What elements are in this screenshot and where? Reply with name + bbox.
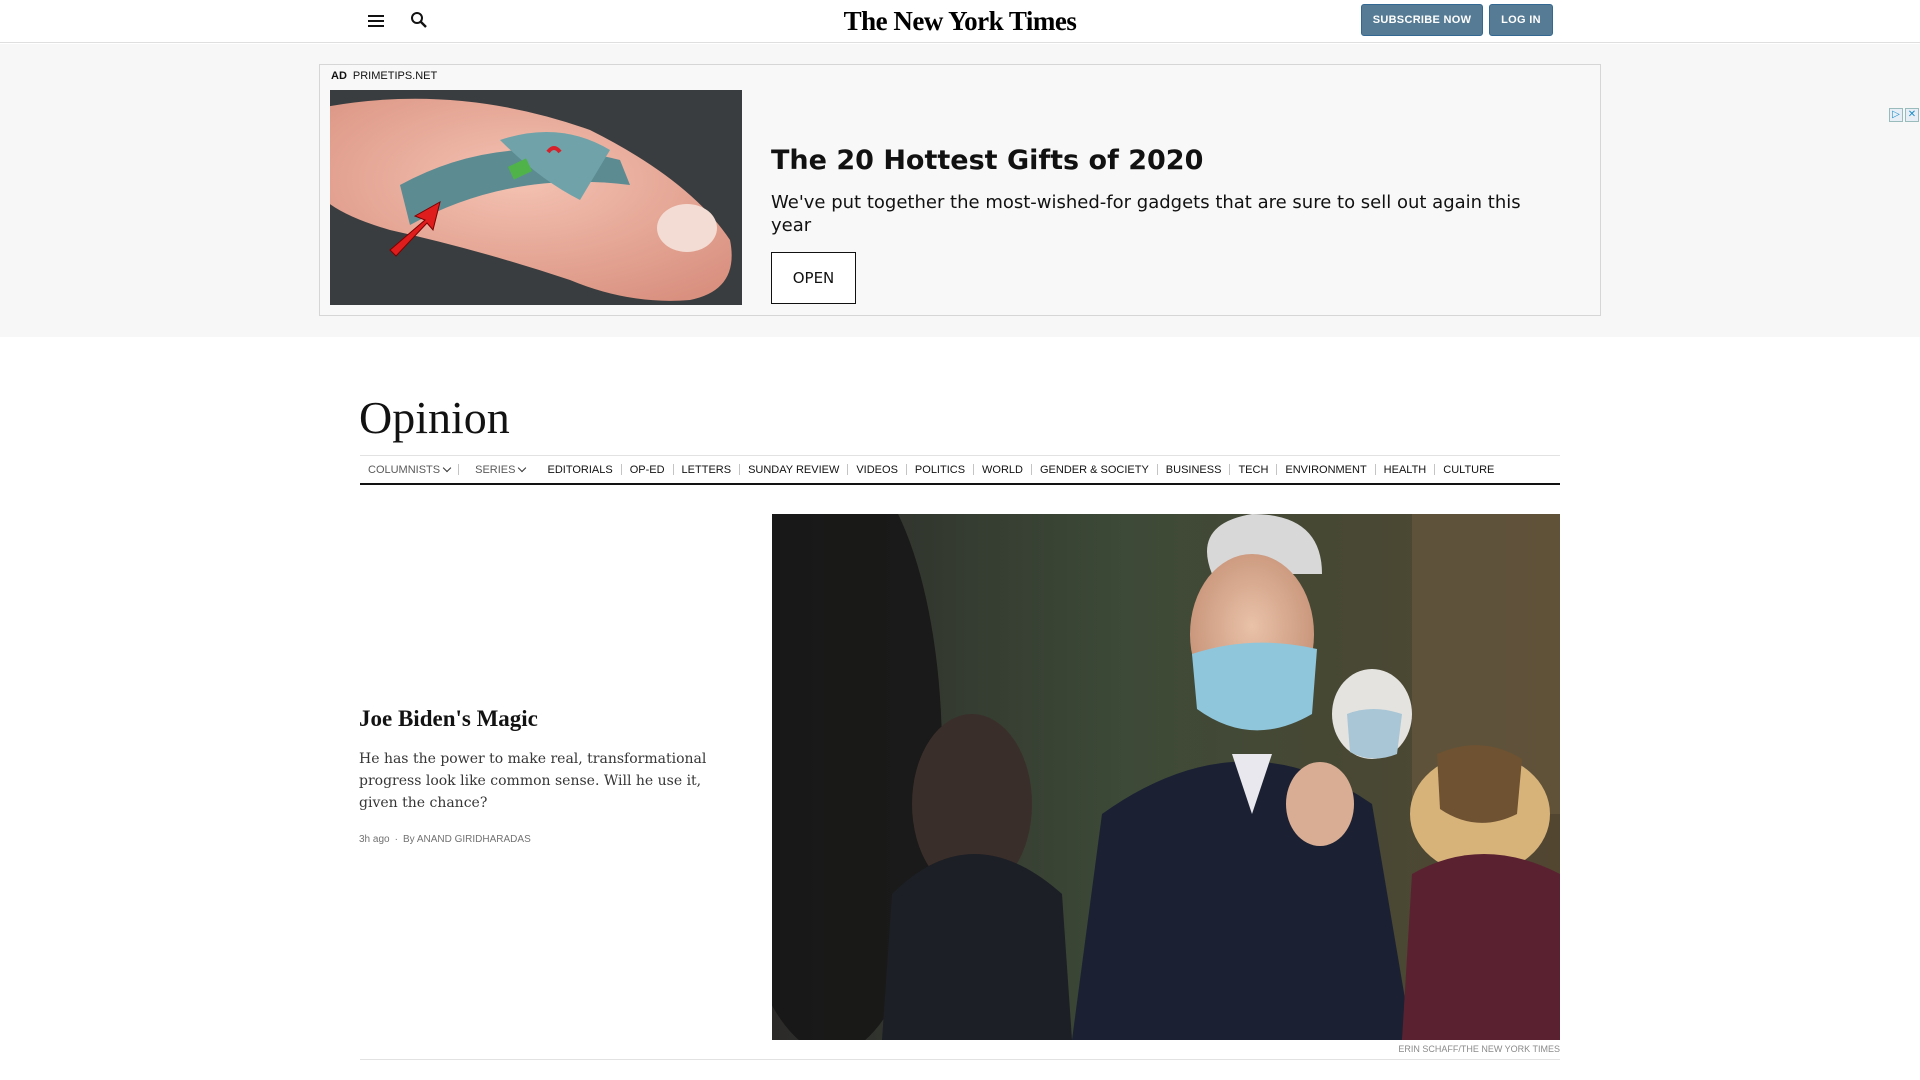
nyt-logo[interactable]: The New York Times: [830, 6, 1090, 37]
nav-tech[interactable]: TECH: [1230, 464, 1276, 476]
story-time: 3h ago: [359, 834, 390, 845]
nav-videos[interactable]: VIDEOS: [848, 464, 906, 476]
chevron-down-icon: [442, 463, 452, 472]
story-headline[interactable]: Joe Biden's Magic: [359, 706, 538, 732]
nav-gender-society[interactable]: GENDER & SOCIETY: [1032, 464, 1157, 476]
chevron-down-icon: [518, 463, 527, 472]
section-nav: COLUMNISTS SERIES EDITORIALS OP-ED LETTE…: [360, 455, 1560, 485]
ad-title[interactable]: The 20 Hottest Gifts of 2020: [771, 145, 1203, 176]
ad-image[interactable]: [330, 90, 742, 305]
ad-description: We've put together the most-wished-for g…: [771, 192, 1521, 236]
nav-series[interactable]: SERIES: [467, 463, 533, 476]
ad-open-button[interactable]: OPEN: [771, 252, 856, 304]
story-photo-illustration: [772, 514, 1560, 1040]
nav-editorials[interactable]: EDITORIALS: [539, 464, 620, 476]
subscribe-button[interactable]: SUBSCRIBE NOW: [1361, 4, 1483, 36]
divider: [360, 1059, 1560, 1060]
nav-culture[interactable]: CULTURE: [1435, 464, 1502, 476]
nav-columnists[interactable]: COLUMNISTS: [360, 463, 458, 476]
nav-business[interactable]: BUSINESS: [1158, 464, 1230, 476]
story-photo[interactable]: [772, 514, 1560, 1040]
menu-icon[interactable]: [368, 13, 386, 29]
ad-choices[interactable]: ▷ ✕: [1889, 108, 1919, 122]
close-icon[interactable]: ✕: [1905, 108, 1919, 122]
nav-divider: [458, 464, 460, 475]
ad-banner[interactable]: AD PRIMETIPS.NET The 20 Hottest Gifts of…: [319, 64, 1601, 316]
top-header: The New York Times SUBSCRIBE NOW LOG IN: [0, 0, 1920, 43]
ad-label: AD PRIMETIPS.NET: [331, 70, 437, 82]
login-button[interactable]: LOG IN: [1489, 4, 1553, 36]
search-icon[interactable]: [410, 11, 428, 29]
nav-environment[interactable]: ENVIRONMENT: [1277, 464, 1374, 476]
story-byline[interactable]: By ANAND GIRIDHARADAS: [403, 834, 531, 845]
nav-world[interactable]: WORLD: [974, 464, 1031, 476]
story-meta: 3h ago · By ANAND GIRIDHARADAS: [359, 834, 531, 845]
nav-sunday-review[interactable]: SUNDAY REVIEW: [740, 464, 847, 476]
section-title[interactable]: Opinion: [359, 391, 510, 444]
photo-credit: ERIN SCHAFF/THE NEW YORK TIMES: [1398, 1044, 1560, 1054]
nav-health[interactable]: HEALTH: [1376, 464, 1435, 476]
story-summary: He has the power to make real, transform…: [359, 751, 707, 811]
ad-tag: AD: [331, 70, 347, 82]
nav-letters[interactable]: LETTERS: [674, 464, 740, 476]
nav-politics[interactable]: POLITICS: [907, 464, 973, 476]
nav-op-ed[interactable]: OP-ED: [622, 464, 673, 476]
ad-gadget-illustration: [330, 90, 742, 305]
adchoices-icon[interactable]: ▷: [1889, 108, 1903, 122]
ad-advertiser: PRIMETIPS.NET: [352, 70, 438, 82]
ad-zone: AD PRIMETIPS.NET The 20 Hottest Gifts of…: [0, 44, 1920, 337]
